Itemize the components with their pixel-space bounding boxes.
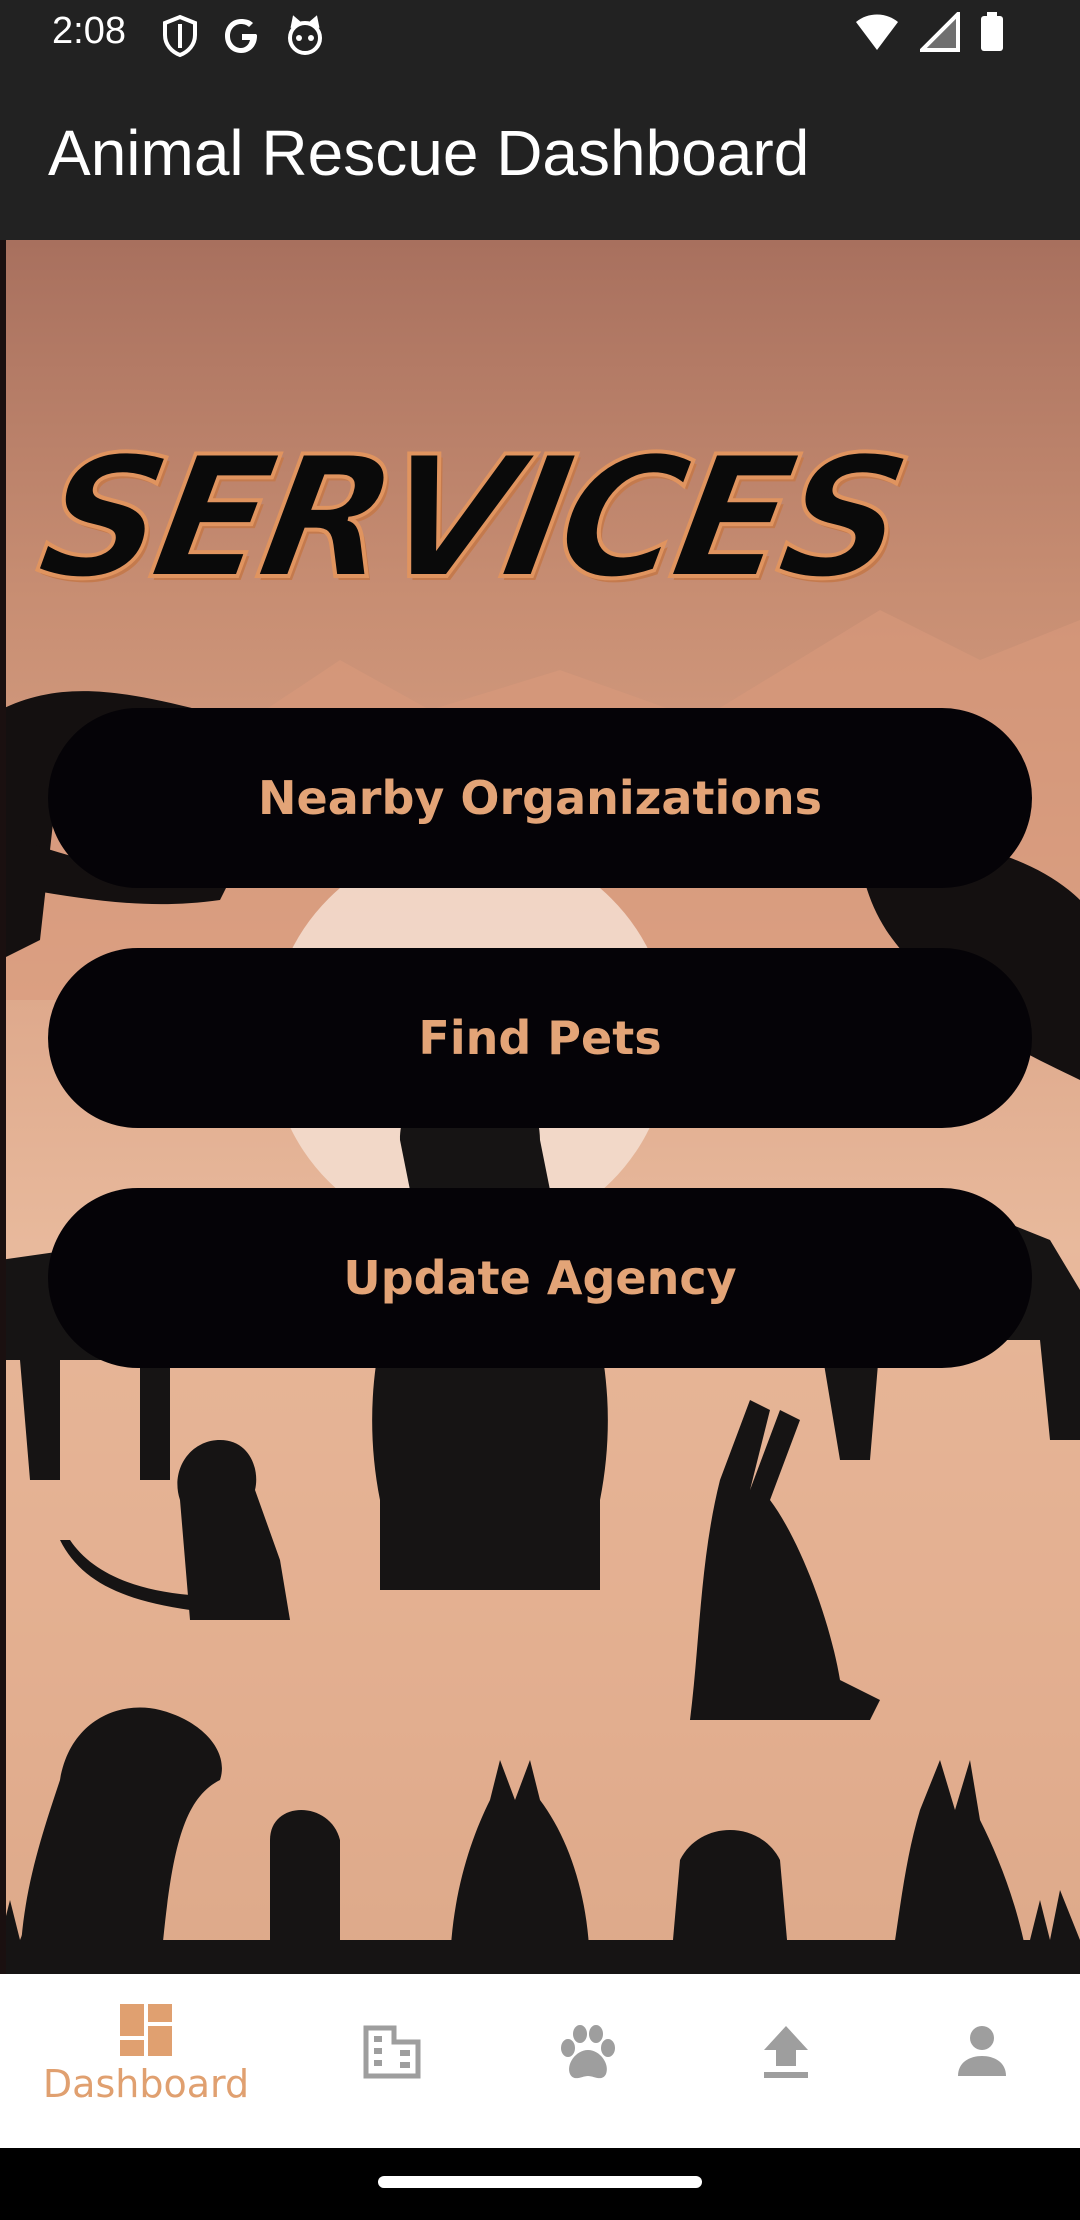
status-time: 2:08 xyxy=(52,10,126,52)
find-pets-button[interactable]: Find Pets xyxy=(48,948,1032,1128)
nav-item-organizations[interactable] xyxy=(292,1974,492,2148)
content-area: SERVICES Nearby Organizations Find Pets … xyxy=(0,240,1080,1974)
nav-label-dashboard: Dashboard xyxy=(42,2062,250,2106)
home-gesture-handle[interactable] xyxy=(378,2176,702,2188)
building-icon xyxy=(362,2024,422,2080)
shield-icon xyxy=(160,14,200,58)
services-heading: SERVICES xyxy=(25,418,916,618)
nav-item-upload[interactable] xyxy=(686,1974,886,2148)
app-bar: Animal Rescue Dashboard xyxy=(0,72,1080,240)
paw-icon xyxy=(558,2024,618,2082)
google-icon xyxy=(222,14,262,58)
nearby-organizations-button[interactable]: Nearby Organizations xyxy=(48,708,1032,888)
signal-icon xyxy=(920,12,960,52)
person-icon xyxy=(956,2024,1008,2078)
bottom-navigation: Dashboard xyxy=(0,1974,1080,2148)
status-bar: 2:08 xyxy=(0,0,1080,72)
nav-item-pets[interactable] xyxy=(488,1974,688,2148)
page-title: Animal Rescue Dashboard xyxy=(48,117,810,189)
update-agency-button[interactable]: Update Agency xyxy=(48,1188,1032,1368)
battery-icon xyxy=(980,12,1004,52)
nav-item-dashboard[interactable]: Dashboard xyxy=(42,1974,250,2148)
upload-icon xyxy=(762,2024,810,2080)
cat-face-icon xyxy=(284,14,326,58)
nav-item-profile[interactable] xyxy=(882,1974,1080,2148)
dashboard-icon xyxy=(118,2002,174,2058)
left-edge-divider xyxy=(0,240,6,1974)
wifi-icon xyxy=(854,12,900,52)
